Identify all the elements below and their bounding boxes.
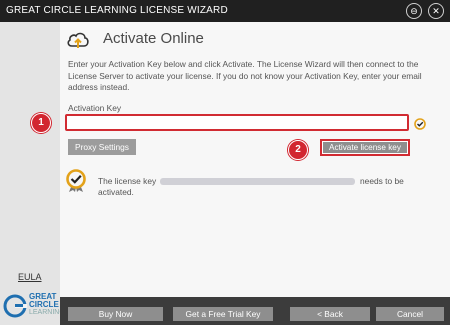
window-title: GREAT CIRCLE LEARNING LICENSE WIZARD	[6, 5, 228, 16]
certificate-seal-icon	[66, 169, 86, 192]
certificate-seal-icon	[414, 118, 426, 130]
license-wizard-window: GREAT CIRCLE LEARNING LICENSE WIZARD ⊖ ✕…	[0, 0, 450, 325]
proxy-settings-button[interactable]: Proxy Settings	[68, 139, 136, 155]
cancel-button[interactable]: Cancel	[376, 307, 444, 321]
great-circle-logo: GREAT CIRCLE LEARNING	[3, 293, 65, 321]
close-icon[interactable]: ✕	[428, 3, 444, 19]
back-button[interactable]: < Back	[290, 307, 370, 321]
activate-license-key-button[interactable]: Activate license key	[323, 142, 407, 153]
eula-link[interactable]: EULA	[18, 272, 42, 282]
redacted-license-key	[160, 178, 355, 185]
free-trial-key-button[interactable]: Get a Free Trial Key	[173, 307, 273, 321]
annotation-badge-1: 1	[31, 113, 51, 133]
activation-key-input[interactable]	[65, 114, 409, 131]
great-circle-logo-icon	[3, 294, 27, 318]
instructions-text: Enter your Activation Key below and clic…	[68, 59, 422, 92]
status-text-suffix: needs to be	[360, 176, 404, 186]
page-title: Activate Online	[103, 30, 204, 47]
minimize-icon[interactable]: ⊖	[406, 3, 422, 19]
activation-key-label: Activation Key	[68, 103, 122, 113]
cloud-upload-icon	[67, 32, 89, 48]
status-text-line-2: activated.	[98, 187, 134, 197]
status-text-prefix: The license key	[98, 176, 157, 186]
annotation-badge-2: 2	[288, 140, 308, 160]
title-bar: GREAT CIRCLE LEARNING LICENSE WIZARD ⊖ ✕	[0, 0, 450, 22]
buy-now-button[interactable]: Buy Now	[68, 307, 163, 321]
activate-button-highlight: Activate license key	[320, 139, 410, 156]
